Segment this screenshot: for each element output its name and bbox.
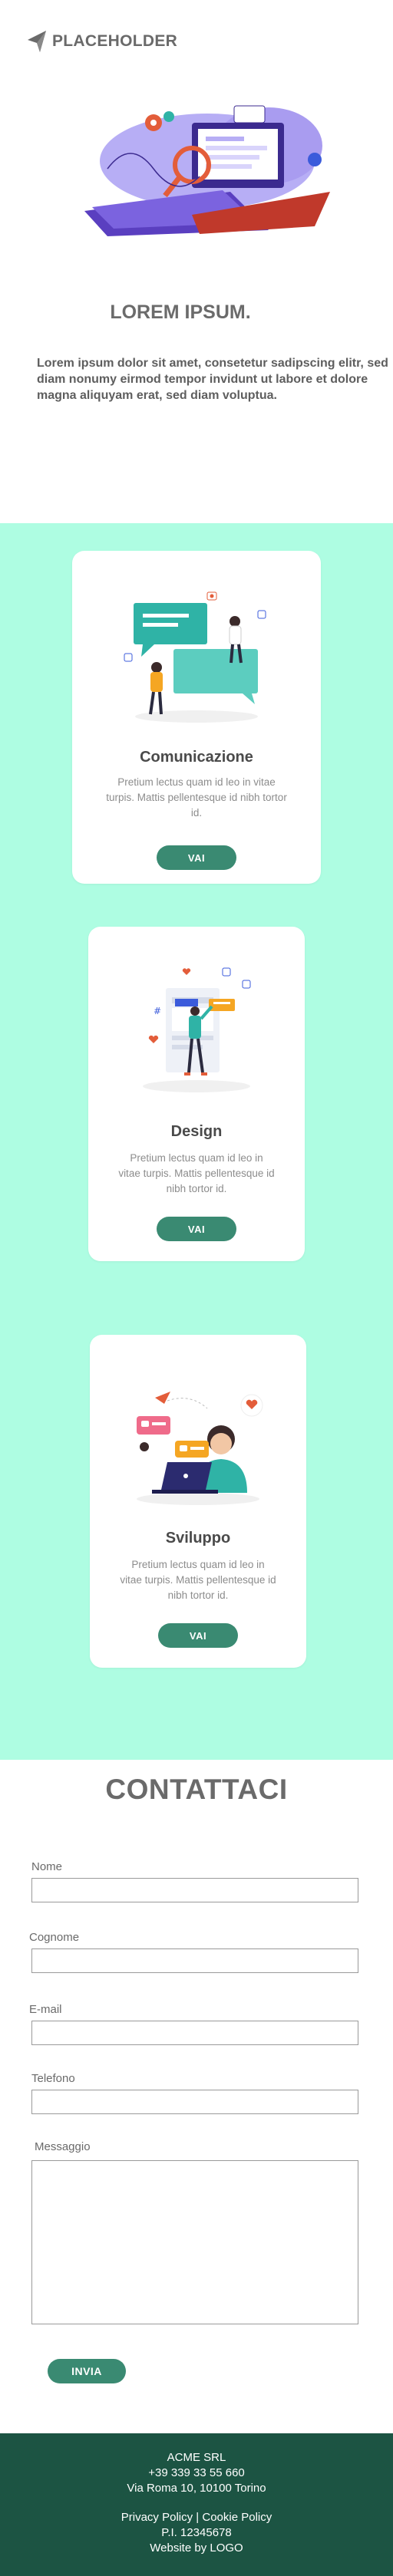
brand-name[interactable]: PLACEHOLDER	[52, 32, 177, 51]
messaggio-label: Messaggio	[35, 2140, 91, 2153]
hero-illustration	[84, 105, 330, 236]
service-card-sviluppo: Sviluppo Pretium lectus quam id leo in v…	[90, 1335, 306, 1668]
footer-credit[interactable]: Website by LOGO	[0, 2541, 393, 2556]
site-footer: ACME SRL +39 339 33 55 660 Via Roma 10, …	[0, 2433, 393, 2576]
card-description-line: Pretium lectus quam id leo in	[131, 1559, 265, 1570]
hero-text: Lorem ipsum dolor sit amet, consetetur s…	[37, 355, 393, 404]
services-section: Comunicazione Pretium lectus quam id leo…	[0, 523, 393, 1760]
svg-text:#: #	[154, 1006, 161, 1016]
hero-text-line: magna aliquyam erat, sed diam voluptua.	[37, 389, 277, 402]
site-header: PLACEHOLDER	[26, 28, 180, 55]
footer-company: ACME SRL	[167, 2451, 226, 2464]
footer-vat: P.I. 12345678	[161, 2526, 232, 2539]
service-card-comunicazione: Comunicazione Pretium lectus quam id leo…	[72, 551, 321, 884]
email-field[interactable]	[31, 2021, 358, 2045]
cookie-policy-link[interactable]: Cookie Policy	[202, 2511, 272, 2524]
card-title: Comunicazione	[140, 749, 253, 766]
invia-button[interactable]: INVIA	[48, 2359, 126, 2383]
card-description-line: turpis. Mattis pellentesque id nibh tort…	[106, 792, 287, 803]
nome-field[interactable]	[31, 1878, 358, 1902]
card-description: Pretium lectus quam id leo in vitae turp…	[102, 1557, 294, 1603]
hero-title: LOREM IPSUM.	[110, 301, 251, 323]
cognome-field[interactable]	[31, 1948, 358, 1973]
telefono-field[interactable]	[31, 2090, 358, 2114]
footer-policies: Privacy Policy | Cookie Policy	[0, 2510, 393, 2525]
hero-text-line: Lorem ipsum dolor sit amet, consetetur s…	[37, 357, 388, 370]
card-description-line: Pretium lectus quam id leo in vitae	[117, 776, 276, 788]
service-card-design: # Design Pretium lectus quam id leo in v…	[88, 927, 305, 1261]
card-description-line: nibh tortor id.	[167, 1589, 229, 1601]
card-description-line: nibh tortor id.	[166, 1183, 227, 1194]
nome-label: Nome	[31, 1860, 63, 1873]
telefono-label: Telefono	[31, 2072, 75, 2085]
hero-text-line: diam nonumy eirmod tempor invidunt ut la…	[37, 373, 368, 386]
card-description-line: Pretium lectus quam id leo in	[130, 1152, 263, 1164]
messaggio-field[interactable]	[31, 2160, 358, 2324]
communication-illustration	[124, 591, 266, 723]
card-title: Design	[170, 1123, 223, 1140]
privacy-policy-link[interactable]: Privacy Policy	[121, 2511, 193, 2524]
logo-icon[interactable]	[26, 29, 48, 54]
card-description: Pretium lectus quam id leo in vitae turp…	[101, 1151, 292, 1197]
card-description-line: id.	[190, 807, 203, 819]
footer-separator: |	[196, 2511, 200, 2524]
email-label: E-mail	[29, 2003, 62, 2016]
footer-phone[interactable]: +39 339 33 55 660	[0, 2466, 393, 2481]
vai-button[interactable]: VAI	[157, 1217, 236, 1241]
card-description-line: vitae turpis. Mattis pellentesque id	[120, 1574, 276, 1586]
vai-button[interactable]: VAI	[158, 1623, 238, 1648]
design-illustration: #	[143, 967, 251, 1092]
cognome-label: Cognome	[29, 1931, 80, 1944]
contact-title: CONTATTACI	[105, 1774, 288, 1805]
development-illustration	[137, 1392, 263, 1505]
vai-button[interactable]: VAI	[157, 845, 236, 870]
card-title: Sviluppo	[165, 1530, 231, 1547]
footer-address: Via Roma 10, 10100 Torino	[127, 2482, 266, 2495]
card-description: Pretium lectus quam id leo in vitae turp…	[84, 775, 309, 821]
card-description-line: vitae turpis. Mattis pellentesque id	[118, 1168, 275, 1179]
